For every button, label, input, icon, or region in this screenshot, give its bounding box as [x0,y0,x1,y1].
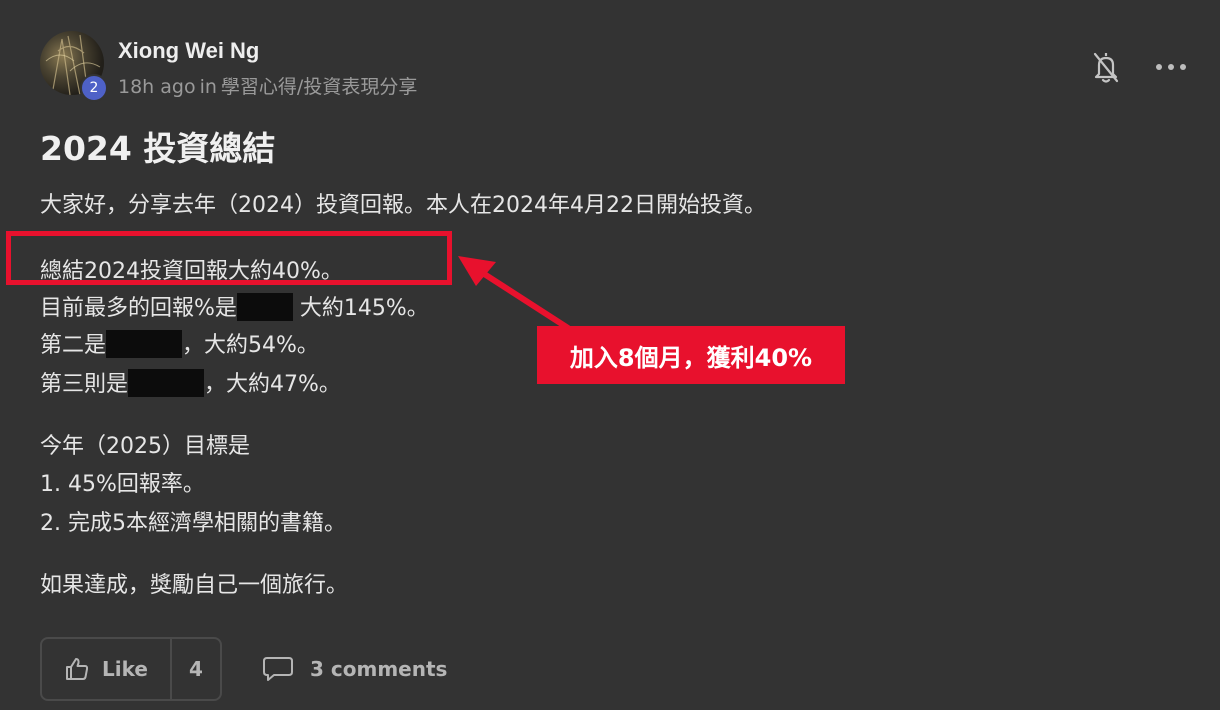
more-dots-icon[interactable] [1156,56,1186,78]
redaction-block [106,330,183,358]
highlight-box [6,231,452,285]
third-return-line: 第三則是 ，大約47%。 [40,366,341,398]
bell-off-icon[interactable] [1092,50,1120,84]
redaction-block [236,293,293,321]
post-time: 18h ago [118,76,196,98]
top-prefix: 目前最多的回報%是 [40,296,237,321]
third-suffix: ，大約47%。 [204,372,341,397]
comments-label: 3 comments [310,657,448,681]
author-name[interactable]: Xiong Wei Ng [118,38,259,64]
second-prefix: 第二是 [40,333,107,358]
post-meta: 18h ago in 學習心得/投資表現分享 [118,72,417,99]
top-suffix: 大約145%。 [299,296,429,321]
closing-line: 如果達成，獎勵自己一個旅行。 [40,573,349,598]
goal-item-1: 1. 45%回報率。 [40,472,205,497]
goal-item-2: 2. 完成5本經濟學相關的書籍。 [40,511,346,536]
callout-label: 加入8個月，獲利40% [537,326,845,384]
like-count[interactable]: 4 [172,657,220,681]
comment-bubble-icon [263,657,293,681]
dot [1180,64,1186,70]
like-group: Like 4 [40,637,222,701]
intro-line: 大家好，分享去年（2024）投資回報。本人在2024年4月22日開始投資。 [40,193,766,218]
dot [1168,64,1174,70]
redaction-block [128,369,205,397]
second-suffix: ，大約54%。 [182,333,319,358]
post-category-link[interactable]: 學習心得/投資表現分享 [221,76,417,98]
like-button[interactable]: Like [42,639,172,699]
top-return-line: 目前最多的回報%是 大約145%。 [40,290,429,322]
post-title: 2024 投資總結 [40,129,276,168]
meta-in-label: in [199,76,217,98]
third-prefix: 第三則是 [40,372,129,397]
second-return-line: 第二是 ，大約54%。 [40,327,319,359]
dot [1156,64,1162,70]
like-label: Like [102,657,148,681]
thumbs-up-icon [66,658,89,680]
arrow-annotation [458,256,571,331]
goal-heading: 今年（2025）目標是 [40,434,250,459]
level-badge: 2 [80,74,108,102]
comments-button[interactable]: 3 comments [262,652,447,686]
